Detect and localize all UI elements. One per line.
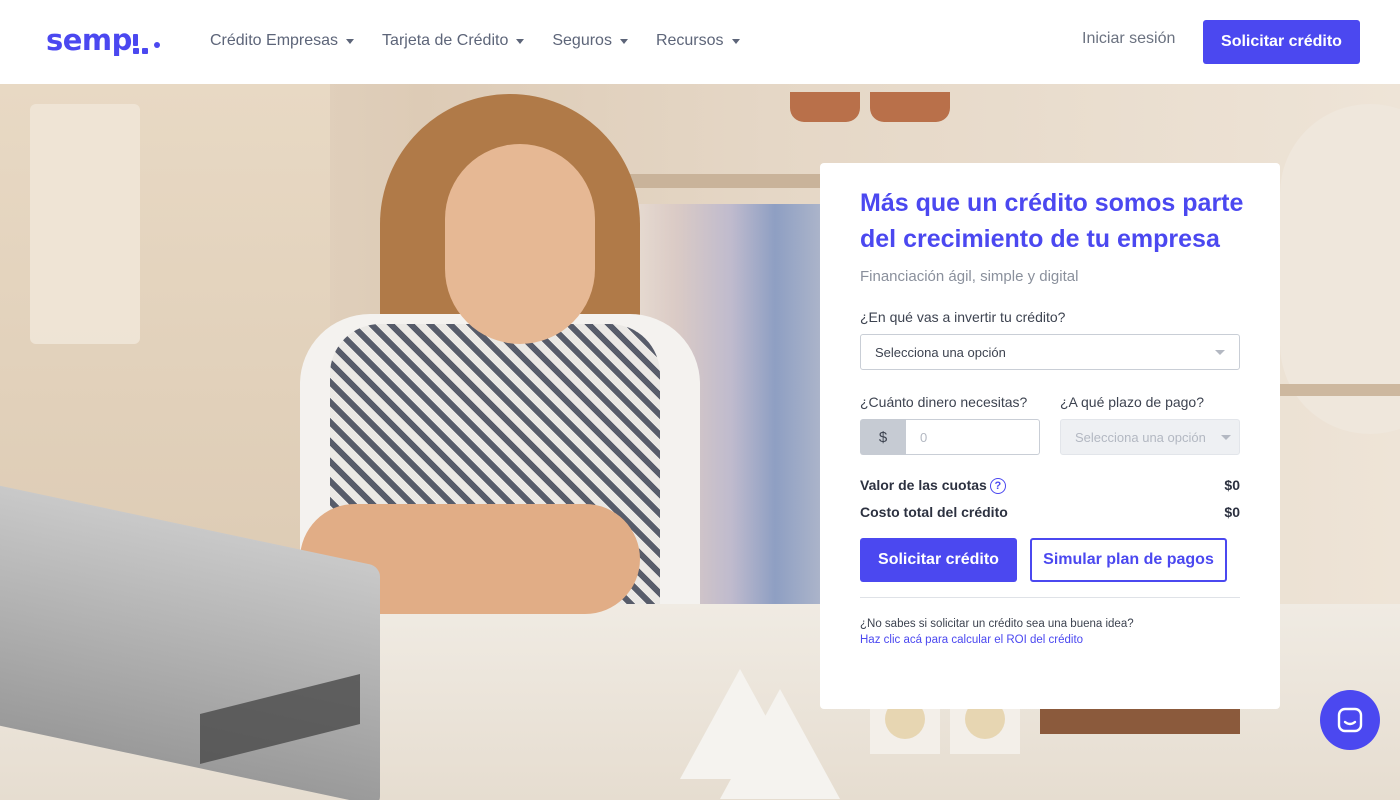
invest-select[interactable]: Selecciona una opción xyxy=(860,334,1240,370)
roi-link[interactable]: Haz clic acá para calcular el ROI del cr… xyxy=(860,634,1240,646)
form-actions: Solicitar crédito Simular plan de pagos xyxy=(860,538,1240,583)
amount-term-row: ¿Cuánto dinero necesitas? $ ¿A qué plazo… xyxy=(860,394,1240,455)
term-label: ¿A qué plazo de pago? xyxy=(1060,394,1205,410)
amount-input-group: $ xyxy=(860,419,1040,455)
nav-credito-empresas[interactable]: Crédito Empresas xyxy=(210,30,355,52)
installments-label-wrap: Valor de las cuotas? xyxy=(860,477,1006,495)
chat-glyph xyxy=(1337,707,1363,733)
header-apply-button[interactable]: Solicitar crédito xyxy=(1203,20,1360,64)
amount-input[interactable] xyxy=(906,419,1040,455)
form-subtitle: Financiación ágil, simple y digital xyxy=(860,268,1079,285)
caret-down-icon xyxy=(619,38,628,44)
nav-tarjeta-de-credito[interactable]: Tarjeta de Crédito xyxy=(382,30,525,52)
amount-label: ¿Cuánto dinero necesitas? xyxy=(860,394,1028,410)
nav-label: Recursos xyxy=(655,32,724,49)
nav-label: Tarjeta de Crédito xyxy=(382,32,509,49)
caret-down-icon xyxy=(1215,349,1225,355)
credit-form-card: Más que un crédito somos parte del creci… xyxy=(820,163,1280,709)
wall-tapestry xyxy=(30,104,140,344)
nav-label: Crédito Empresas xyxy=(210,32,339,49)
login-link[interactable]: Iniciar sesión xyxy=(1082,30,1175,48)
form-title: Más que un crédito somos parte del creci… xyxy=(860,189,1244,253)
installments-value: $0 xyxy=(1224,477,1240,493)
invest-select-value: Selecciona una opción xyxy=(875,344,1006,360)
currency-addon: $ xyxy=(860,419,906,455)
caret-down-icon xyxy=(516,38,525,44)
roi-question: ¿No sabes si solicitar un crédito sea un… xyxy=(860,618,1134,631)
invest-label: ¿En qué vas a invertir tu crédito? xyxy=(860,309,1066,325)
main-nav: Crédito Empresas Tarjeta de Crédito Segu… xyxy=(210,30,740,52)
apply-credit-button[interactable]: Solicitar crédito xyxy=(860,538,1017,583)
caret-down-icon xyxy=(731,38,740,44)
amount-column: ¿Cuánto dinero necesitas? $ xyxy=(860,394,1040,455)
nav-label: Seguros xyxy=(552,32,612,49)
term-select-value: Selecciona una opción xyxy=(1075,429,1206,445)
sempli-logo[interactable]: semp xyxy=(46,22,160,58)
chat-bubble-icon[interactable] xyxy=(1320,690,1380,750)
term-select[interactable]: Selecciona una opción xyxy=(1060,419,1240,455)
caret-down-icon xyxy=(346,38,355,44)
question-circle-icon[interactable]: ? xyxy=(989,478,1006,495)
installments-label: Valor de las cuotas xyxy=(860,477,987,493)
caret-down-icon xyxy=(1221,434,1231,440)
total-cost-label: Costo total del crédito xyxy=(860,504,1008,521)
person-face xyxy=(445,144,595,344)
term-column: ¿A qué plazo de pago? Selecciona una opc… xyxy=(1060,394,1240,455)
pot xyxy=(870,92,950,122)
installments-row: Valor de las cuotas? $0 xyxy=(860,477,1240,495)
total-cost-row: Costo total del crédito $0 xyxy=(860,504,1240,520)
pot xyxy=(790,92,860,122)
logo-dots xyxy=(132,32,160,54)
nav-recursos[interactable]: Recursos xyxy=(656,30,740,52)
logo-text: semp xyxy=(46,23,132,57)
divider xyxy=(860,597,1240,599)
top-header: semp Crédito Empresas Tarjeta de Crédito… xyxy=(0,0,1400,84)
simulate-plan-button[interactable]: Simular plan de pagos xyxy=(1030,538,1227,583)
total-cost-value: $0 xyxy=(1224,504,1240,521)
nav-seguros[interactable]: Seguros xyxy=(552,30,628,52)
